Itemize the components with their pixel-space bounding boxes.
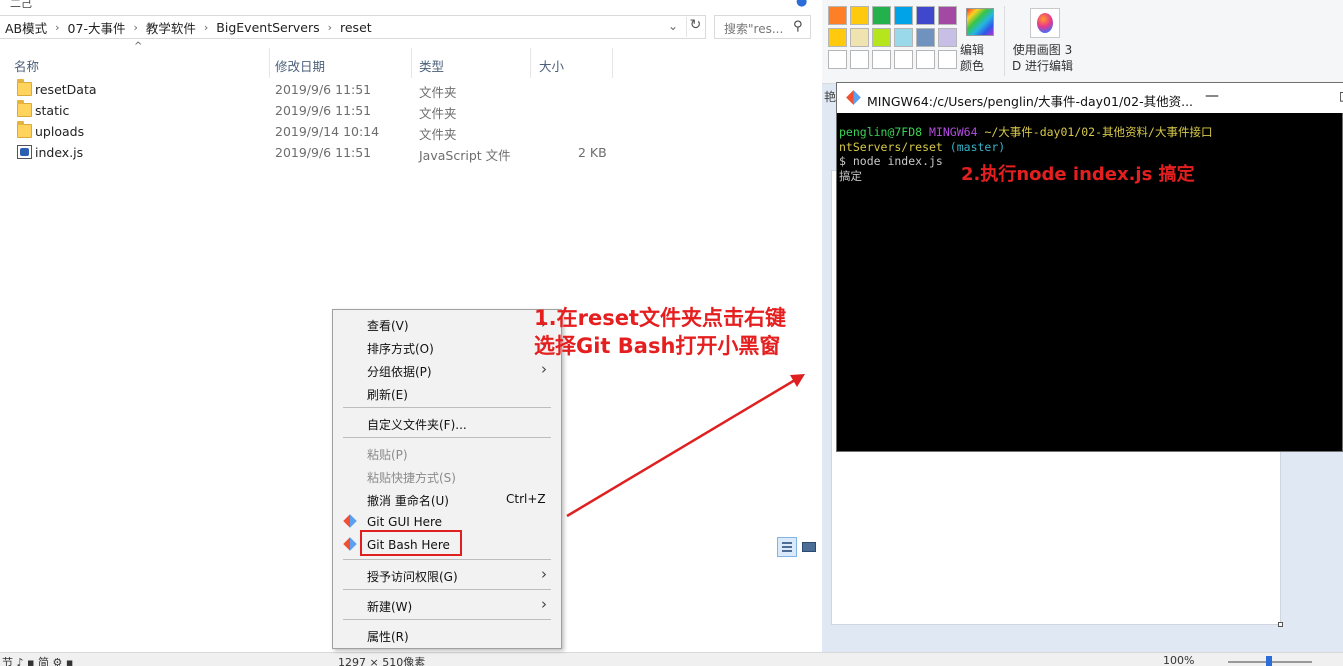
annotation-arrow <box>566 374 805 518</box>
arrow-line <box>566 378 796 518</box>
